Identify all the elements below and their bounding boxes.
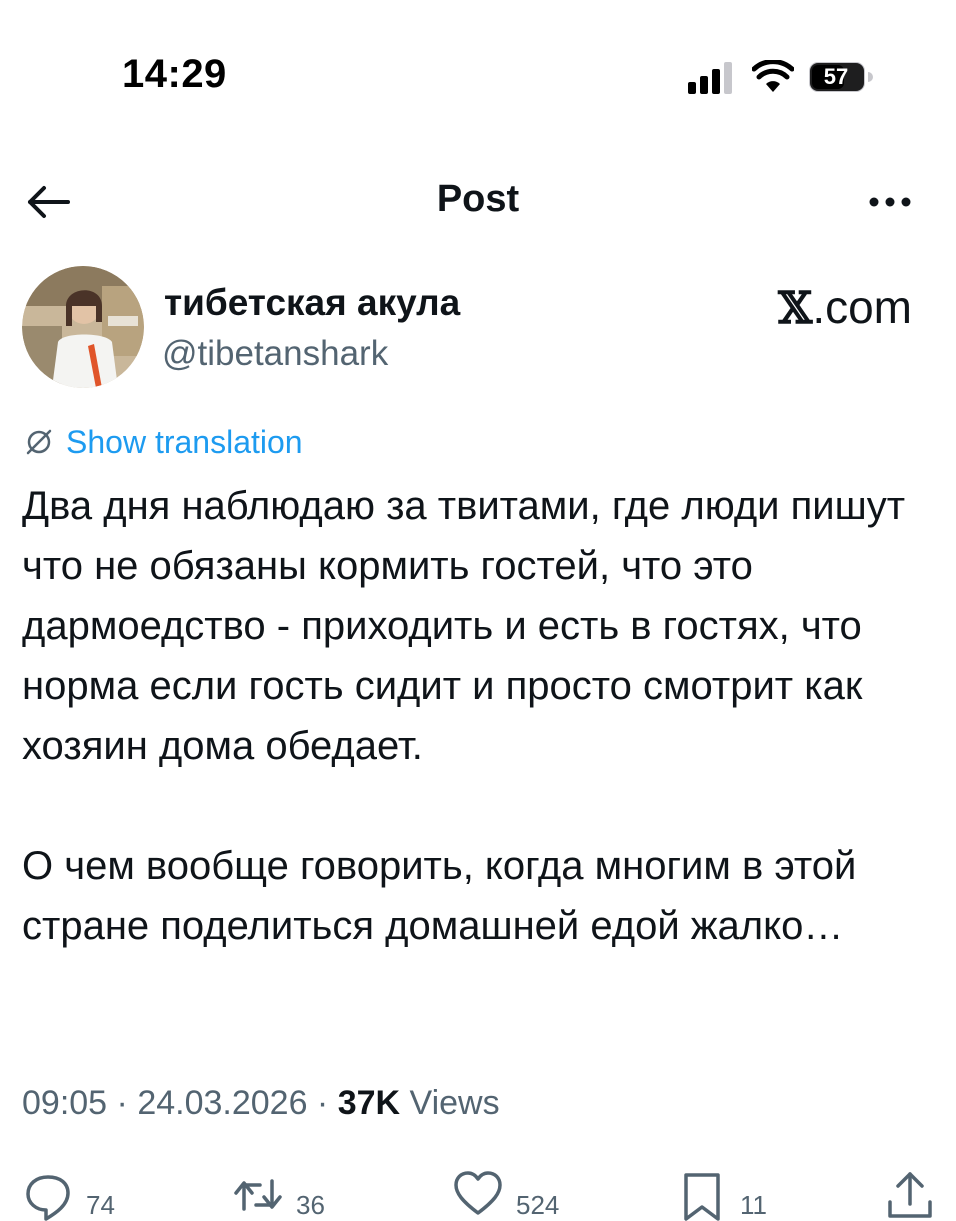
reply-count: 74 bbox=[86, 1190, 115, 1220]
avatar[interactable] bbox=[22, 266, 144, 388]
like-button[interactable]: 524 bbox=[452, 1168, 559, 1221]
share-icon bbox=[888, 1172, 932, 1218]
views-label: Views bbox=[400, 1084, 500, 1122]
status-time: 14:29 bbox=[122, 52, 227, 96]
show-translation-link[interactable]: Show translation bbox=[22, 420, 303, 464]
x-logo: 𝕏 bbox=[778, 283, 813, 334]
repost-count: 36 bbox=[296, 1190, 325, 1220]
share-button[interactable] bbox=[884, 1168, 936, 1220]
more-options-button[interactable] bbox=[866, 188, 914, 216]
x-com-watermark: 𝕏.com bbox=[778, 280, 912, 334]
reply-button[interactable]: 74 bbox=[22, 1168, 115, 1221]
tweet-paragraph-2: О чем вообще говорить, когда многим в эт… bbox=[22, 844, 857, 948]
cellular-signal-icon bbox=[688, 62, 732, 94]
repost-icon bbox=[234, 1178, 282, 1211]
author-display-name[interactable]: тибетская акула bbox=[164, 282, 460, 324]
bookmark-icon bbox=[684, 1172, 720, 1221]
bookmark-count: 11 bbox=[740, 1190, 767, 1220]
page-title: Post bbox=[436, 178, 520, 220]
like-count: 524 bbox=[516, 1190, 560, 1220]
status-bar: 14:29 57 bbox=[0, 0, 956, 150]
author-handle[interactable]: @tibetanshark bbox=[162, 334, 388, 374]
bookmark-button[interactable]: 11 bbox=[676, 1168, 767, 1221]
meta-separator: · bbox=[107, 1084, 138, 1122]
tweet-paragraph-1: Два дня наблюдаю за твитами, где люди пи… bbox=[22, 484, 906, 768]
tweet-actions: 74 36 524 11 bbox=[0, 1160, 956, 1221]
tweet-meta: 09:05 · 24.03.2026 · 37K Views bbox=[22, 1084, 500, 1123]
reply-icon bbox=[26, 1174, 70, 1221]
tweet-text: Два дня наблюдаю за твитами, где люди пи… bbox=[22, 476, 934, 1016]
heart-icon bbox=[454, 1170, 502, 1215]
repost-button[interactable]: 36 bbox=[232, 1168, 325, 1221]
show-translation-label: Show translation bbox=[66, 423, 303, 460]
wifi-icon bbox=[752, 60, 794, 92]
watermark-suffix: .com bbox=[812, 281, 912, 333]
globe-icon bbox=[26, 429, 52, 455]
battery-level: 57 bbox=[823, 64, 849, 89]
tweet-date[interactable]: 24.03.2026 bbox=[137, 1084, 307, 1122]
nav-bar: Post bbox=[0, 160, 956, 244]
tweet-time[interactable]: 09:05 bbox=[22, 1084, 107, 1122]
meta-separator: · bbox=[307, 1084, 338, 1122]
views-count: 37K bbox=[337, 1084, 401, 1122]
